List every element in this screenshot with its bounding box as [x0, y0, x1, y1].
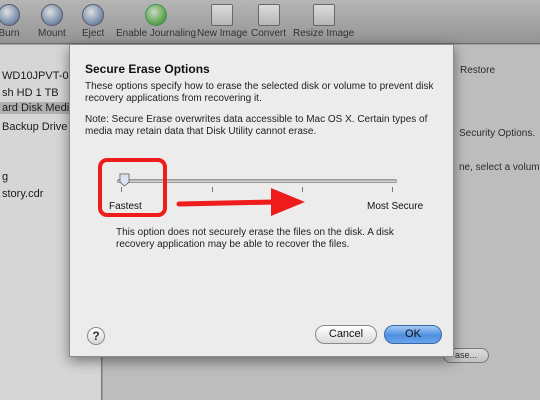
annotation-arrow-icon: [176, 188, 305, 216]
cancel-button[interactable]: Cancel: [315, 325, 377, 344]
option-info-text: This option does not securely erase the …: [116, 227, 394, 250]
slider-tick: [392, 187, 393, 192]
sheet-title: Secure Erase Options: [85, 62, 210, 76]
sheet-description: These options specify how to erase the s…: [85, 81, 434, 104]
annotation-highlight-box: [98, 158, 167, 217]
help-button[interactable]: ?: [87, 327, 105, 345]
slider-max-label: Most Secure: [367, 201, 424, 212]
ok-button[interactable]: OK: [384, 325, 442, 344]
sheet-note: Note: Secure Erase overwrites data acces…: [85, 114, 428, 137]
